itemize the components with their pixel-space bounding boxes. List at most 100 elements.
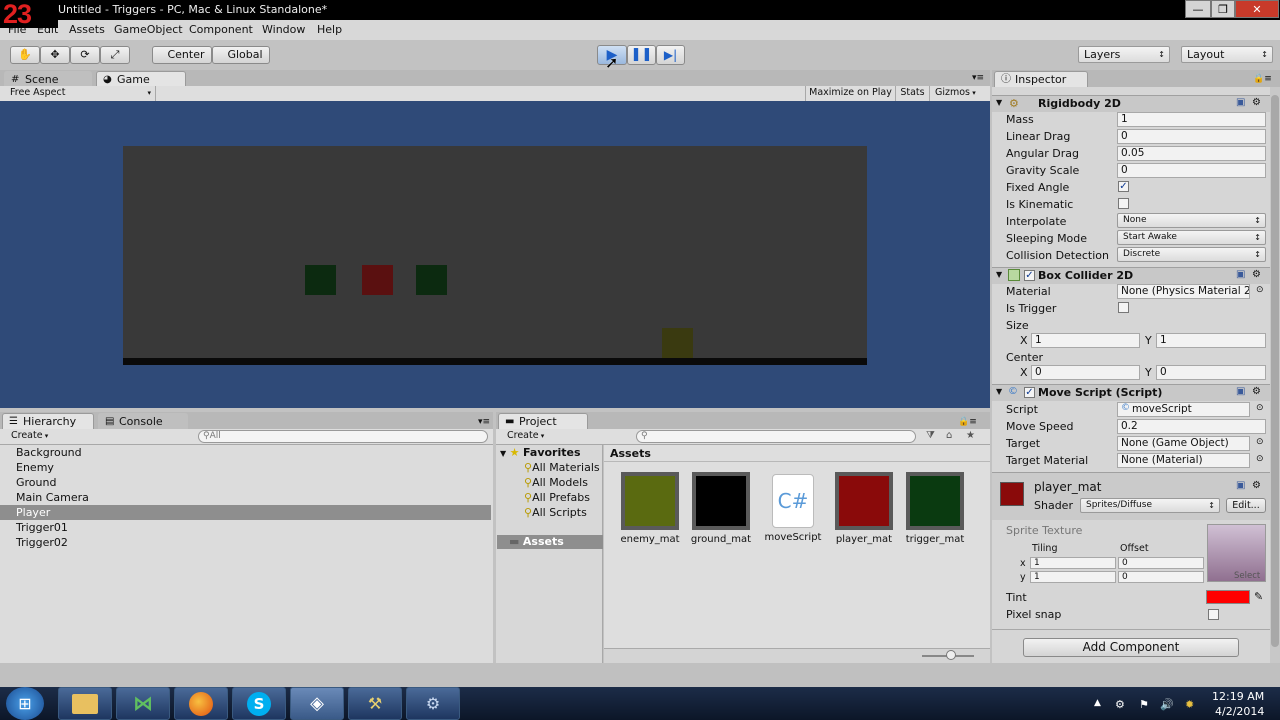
fixed-angle-checkbox[interactable]: ✓ — [1118, 181, 1129, 192]
tab-hierarchy[interactable]: ☰ Hierarchy — [2, 413, 94, 430]
move-script-enabled-checkbox[interactable]: ✓ — [1024, 387, 1035, 398]
volume-tray-icon[interactable]: 🔊 — [1160, 698, 1174, 711]
clock-time[interactable]: 12:19 AM — [1212, 690, 1264, 703]
pivot-center-button[interactable]: Center — [152, 46, 212, 64]
tab-inspector[interactable]: ⓘ Inspector — [994, 71, 1088, 88]
hierarchy-item-background[interactable]: Background — [16, 446, 82, 459]
space-global-button[interactable]: Global — [212, 46, 270, 64]
menu-assets[interactable]: Assets — [69, 23, 105, 36]
fav-all-scripts[interactable]: ⚲All Scripts — [524, 506, 587, 519]
box-collider-enabled-checkbox[interactable]: ✓ — [1024, 270, 1035, 281]
menu-window[interactable]: Window — [262, 23, 305, 36]
move-speed-field[interactable]: 0.2 — [1117, 419, 1266, 434]
maximize-button[interactable]: ❐ — [1211, 0, 1235, 18]
hierarchy-item-player[interactable]: Player — [16, 506, 50, 519]
menu-gameobject[interactable]: GameObject — [114, 23, 183, 36]
asset-trigger-mat[interactable]: trigger_mat — [899, 472, 971, 545]
start-button-icon[interactable]: ⊞ — [6, 687, 44, 720]
unity-taskbar-icon[interactable]: ◈ — [290, 687, 344, 720]
gear-icon[interactable]: ⚙ — [1252, 386, 1261, 397]
object-picker-icon[interactable]: ⊙ — [1256, 437, 1264, 447]
gear-icon[interactable]: ⚙ — [1252, 269, 1261, 280]
minimize-button[interactable]: — — [1185, 0, 1211, 18]
rotate-tool-icon[interactable]: ⟳ — [70, 46, 100, 64]
menu-help[interactable]: Help — [317, 23, 342, 36]
tray-expand-icon[interactable]: ▲ — [1094, 698, 1101, 708]
tiling-x-field[interactable]: 1 — [1030, 557, 1116, 569]
tray-icon[interactable]: ⚙ — [1115, 698, 1125, 711]
help-book-icon[interactable]: ▣ — [1236, 269, 1245, 280]
project-create-button[interactable]: Create ▾ — [500, 429, 552, 444]
network-tray-icon[interactable]: ✹ — [1185, 698, 1194, 711]
sleeping-mode-dropdown[interactable]: Start Awake — [1117, 230, 1266, 245]
filter-label-icon[interactable]: ⌂ — [946, 430, 952, 441]
hierarchy-item-trigger02[interactable]: Trigger02 — [16, 536, 68, 549]
hierarchy-create-button[interactable]: Create ▾ — [4, 429, 56, 444]
gear-icon[interactable]: ⚙ — [1252, 480, 1261, 491]
object-picker-icon[interactable]: ⊙ — [1256, 285, 1264, 295]
explorer-taskbar-icon[interactable] — [58, 687, 112, 720]
shader-edit-button[interactable]: Edit... — [1226, 498, 1266, 513]
interpolate-dropdown[interactable]: None — [1117, 213, 1266, 228]
stats-toggle[interactable]: Stats — [895, 86, 929, 101]
mass-field[interactable]: 1 — [1117, 112, 1266, 127]
flag-tray-icon[interactable]: ⚑ — [1139, 698, 1149, 711]
asset-movescript[interactable]: C# moveScript — [757, 472, 829, 543]
fav-all-materials[interactable]: ⚲All Materials — [524, 461, 600, 474]
project-search-input[interactable]: ⚲ — [636, 430, 916, 443]
scale-tool-icon[interactable]: ⤢ — [100, 46, 130, 64]
favorite-star-icon[interactable]: ★ — [966, 430, 975, 441]
offset-y-field[interactable]: 0 — [1118, 571, 1204, 583]
app-taskbar-icon[interactable]: ⚙ — [406, 687, 460, 720]
help-book-icon[interactable]: ▣ — [1236, 97, 1245, 108]
object-picker-icon[interactable]: ⊙ — [1256, 403, 1264, 413]
close-button[interactable]: ✕ — [1235, 0, 1279, 18]
physics-material-field[interactable]: None (Physics Material 2 — [1117, 284, 1250, 299]
firefox-taskbar-icon[interactable] — [174, 687, 228, 720]
fav-all-prefabs[interactable]: ⚲All Prefabs — [524, 491, 590, 504]
shader-dropdown[interactable]: Sprites/Diffuse — [1080, 498, 1220, 513]
object-picker-icon[interactable]: ⊙ — [1256, 454, 1264, 464]
tool-taskbar-icon[interactable]: ⚒ — [348, 687, 402, 720]
assets-folder[interactable]: ▬ Assets — [497, 535, 603, 549]
texture-select-label[interactable]: Select — [1234, 571, 1260, 581]
target-field[interactable]: None (Game Object) — [1117, 436, 1250, 451]
asset-enemy-mat[interactable]: enemy_mat — [614, 472, 686, 545]
layers-dropdown[interactable]: Layers — [1078, 46, 1170, 63]
lock-icon[interactable]: 🔒≡ — [1253, 74, 1272, 84]
asset-player-mat[interactable]: player_mat — [828, 472, 900, 545]
skype-taskbar-icon[interactable]: S — [232, 687, 286, 720]
pause-button[interactable]: ❚❚ — [627, 45, 656, 65]
collapse-arrow-icon[interactable]: ▼ — [996, 98, 1002, 107]
tab-console[interactable]: ▤ Console — [98, 413, 188, 430]
gizmos-dropdown[interactable]: Gizmos ▾ — [929, 86, 979, 101]
clock-date[interactable]: 4/2/2014 — [1215, 705, 1264, 718]
panel-menu-icon[interactable]: ▾≡ — [972, 73, 984, 83]
script-field[interactable]: moveScript — [1117, 402, 1250, 417]
help-book-icon[interactable]: ▣ — [1236, 386, 1245, 397]
lock-icon[interactable]: 🔒≡ — [958, 417, 977, 427]
hierarchy-item-ground[interactable]: Ground — [16, 476, 56, 489]
collapse-arrow-icon[interactable]: ▼ — [996, 270, 1002, 279]
panel-menu-icon[interactable]: ▾≡ — [478, 417, 490, 427]
size-x-field[interactable]: 1 — [1031, 333, 1140, 348]
target-material-field[interactable]: None (Material) — [1117, 453, 1250, 468]
center-y-field[interactable]: 0 — [1156, 365, 1266, 380]
tiling-y-field[interactable]: 1 — [1030, 571, 1116, 583]
size-y-field[interactable]: 1 — [1156, 333, 1266, 348]
angular-drag-field[interactable]: 0.05 — [1117, 146, 1266, 161]
hand-tool-icon[interactable]: ✋ — [10, 46, 40, 64]
layout-dropdown[interactable]: Layout — [1181, 46, 1273, 63]
filter-type-icon[interactable]: ⧩ — [926, 430, 935, 441]
zoom-slider-thumb[interactable] — [946, 650, 956, 660]
inspector-scroll-thumb[interactable] — [1271, 95, 1279, 647]
move-tool-icon[interactable]: ✥ — [40, 46, 70, 64]
hierarchy-item-enemy[interactable]: Enemy — [16, 461, 54, 474]
step-button[interactable]: ▶| — [656, 45, 685, 65]
menu-component[interactable]: Component — [189, 23, 253, 36]
collision-detection-dropdown[interactable]: Discrete — [1117, 247, 1266, 262]
center-x-field[interactable]: 0 — [1031, 365, 1140, 380]
gravity-scale-field[interactable]: 0 — [1117, 163, 1266, 178]
is-trigger-checkbox[interactable] — [1118, 302, 1129, 313]
add-component-button[interactable]: Add Component — [1023, 638, 1239, 657]
